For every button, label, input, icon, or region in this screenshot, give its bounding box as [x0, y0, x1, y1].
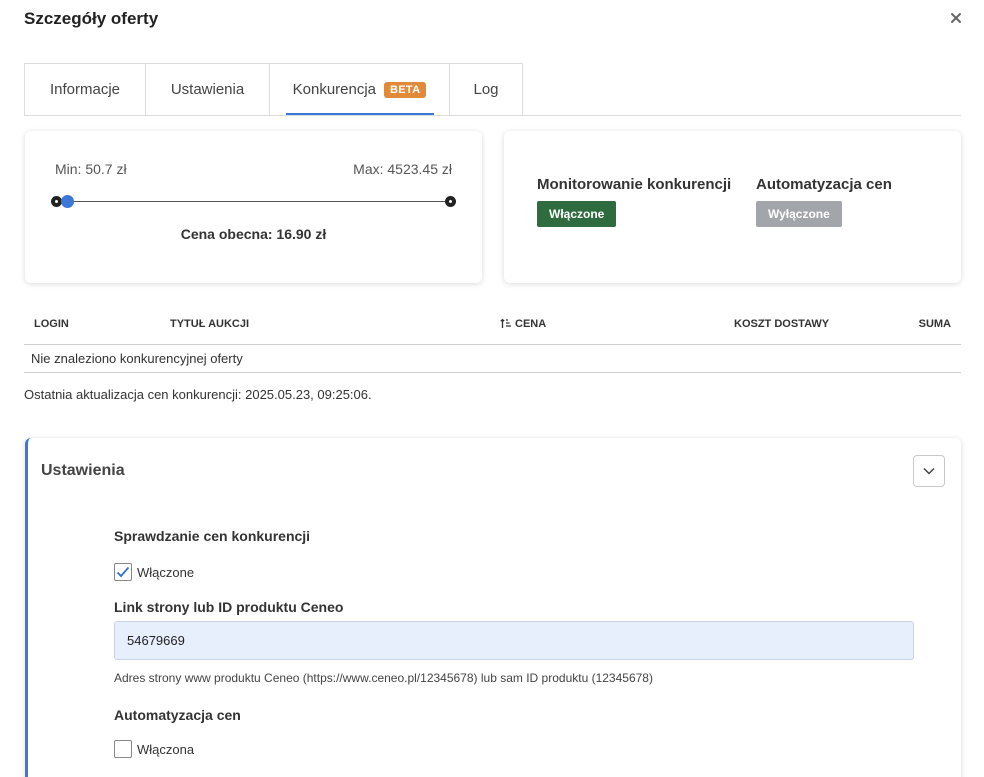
tab-ustawienia[interactable]: Ustawienia	[145, 63, 269, 116]
chevron-down-icon[interactable]	[923, 467, 935, 475]
close-button[interactable]	[947, 9, 965, 27]
column-auction-title[interactable]: TYTUŁ AUKCJI	[170, 318, 249, 330]
price-range-card: Min: 50.7 zł Max: 4523.45 zł Cena obecna…	[25, 131, 482, 283]
settings-panel: Ustawienia Sprawdzanie cen konkurencji W…	[25, 438, 961, 777]
price-automation-checkbox-label: Włączona	[137, 741, 195, 757]
price-slider-track	[57, 201, 450, 202]
monitoring-label: Monitorowanie konkurencji	[537, 176, 732, 193]
price-automation-checkbox[interactable]	[114, 740, 132, 758]
column-sum[interactable]: SUMA	[919, 318, 951, 330]
tabs-divider	[24, 115, 961, 116]
tab-bar: Informacje Ustawienia Konkurencja BETA Lo…	[24, 63, 523, 116]
tab-informacje[interactable]: Informacje	[24, 63, 145, 116]
tab-label: Log	[473, 81, 499, 98]
price-automation-option: Włączona	[114, 740, 194, 758]
max-price-label: Max: 4523.45 zł	[353, 161, 452, 177]
modal-title: Szczegóły oferty	[24, 9, 159, 28]
ceneo-link-label: Link strony lub ID produktu Ceneo	[114, 599, 344, 615]
collapse-settings-button[interactable]	[913, 455, 945, 487]
tab-label: Konkurencja	[292, 81, 377, 98]
tab-log[interactable]: Log	[449, 63, 523, 116]
current-price-marker	[61, 195, 74, 208]
automation-label: Automatyzacja cen	[756, 176, 892, 193]
min-price-label: Min: 50.7 zł	[55, 161, 127, 177]
tab-label: Informacje	[49, 81, 121, 98]
price-check-label: Sprawdzanie cen konkurencji	[114, 528, 311, 544]
checkmark-icon	[116, 566, 130, 578]
status-card: Monitorowanie konkurencji Włączone Autom…	[504, 131, 961, 283]
column-price[interactable]: CENA	[500, 318, 546, 330]
ceneo-link-help: Adres strony www produktu Ceneo (https:/…	[114, 671, 653, 685]
current-price-label: Cena obecna: 16.90 zł	[180, 226, 327, 242]
ceneo-link-input[interactable]	[114, 621, 914, 660]
competitors-table-header: LOGIN TYTUŁ AUKCJI CENA KOSZT DOSTAWY SU…	[24, 309, 961, 345]
automation-status-badge: Wyłączone	[756, 201, 842, 227]
tab-konkurencja[interactable]: Konkurencja BETA	[269, 63, 449, 116]
sort-ascending-icon[interactable]	[500, 318, 512, 329]
slider-max-marker	[445, 196, 456, 207]
monitoring-status: Monitorowanie konkurencji Włączone	[537, 176, 731, 227]
price-check-option: Włączone	[114, 563, 194, 581]
column-shipping-cost[interactable]: KOSZT DOSTAWY	[734, 318, 829, 330]
price-automation-label: Automatyzacja cen	[114, 707, 241, 723]
automation-status: Automatyzacja cen Wyłączone	[756, 176, 892, 227]
table-empty-message: Nie znaleziono konkurencyjnej oferty	[24, 345, 961, 373]
price-check-checkbox-label: Włączone	[137, 564, 195, 580]
price-check-checkbox[interactable]	[114, 563, 132, 581]
monitoring-status-badge: Włączone	[537, 201, 617, 227]
column-login[interactable]: LOGIN	[34, 318, 69, 330]
beta-badge: BETA	[384, 81, 427, 98]
close-icon[interactable]	[947, 9, 965, 27]
settings-panel-title: Ustawienia	[41, 462, 125, 479]
tab-label: Ustawienia	[170, 81, 245, 98]
last-update-text: Ostatnia aktualizacja cen konkurencji: 2…	[24, 387, 372, 402]
column-price-label: CENA	[515, 318, 547, 330]
